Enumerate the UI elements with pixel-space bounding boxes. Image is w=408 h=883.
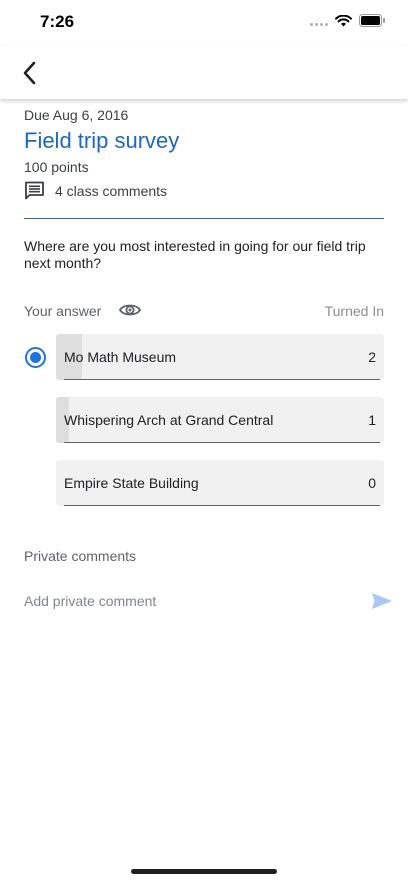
- back-button[interactable]: [14, 58, 44, 88]
- status-bar: 7:26: [0, 0, 408, 46]
- cellular-signal-icon: [310, 16, 328, 26]
- app-bar: [0, 46, 408, 99]
- points-value: 100 points: [24, 159, 89, 175]
- wifi-icon: [335, 14, 352, 26]
- class-comments-link[interactable]: 4 class comments: [24, 181, 167, 201]
- private-comment-input[interactable]: [24, 588, 354, 614]
- option-underline: [64, 442, 380, 443]
- option-underline: [64, 379, 380, 380]
- due-date: Due Aug 6, 2016: [24, 107, 129, 123]
- private-comments-label: Private comments: [24, 548, 137, 564]
- answer-header: Your answer Turned In: [24, 299, 384, 323]
- option-underline: [64, 505, 380, 506]
- send-icon[interactable]: [371, 590, 393, 612]
- class-comments-label: 4 class comments: [55, 183, 168, 199]
- home-indicator: [131, 869, 277, 874]
- chevron-left-icon: [23, 61, 36, 85]
- turned-in-status: Turned In: [324, 303, 384, 319]
- option-label: Empire State Building: [64, 475, 199, 491]
- battery-icon: [359, 14, 385, 27]
- option-count: 2: [368, 349, 376, 365]
- eye-icon[interactable]: [119, 301, 141, 319]
- section-divider: [24, 218, 384, 219]
- option-radio-selected[interactable]: [25, 347, 46, 368]
- question-text: Where are you most interested in going f…: [24, 238, 366, 271]
- answer-option[interactable]: Mo Math Museum 2: [56, 334, 384, 380]
- answer-option[interactable]: Whispering Arch at Grand Central 1: [56, 397, 384, 443]
- status-icons: [310, 14, 386, 27]
- answer-option[interactable]: Empire State Building 0: [56, 460, 384, 506]
- your-answer-label: Your answer: [24, 303, 102, 319]
- assignment-title: Field trip survey: [24, 128, 180, 153]
- option-count: 0: [368, 475, 376, 491]
- comment-icon: [25, 181, 44, 200]
- option-label: Mo Math Museum: [64, 349, 177, 365]
- option-label: Whispering Arch at Grand Central: [64, 412, 274, 428]
- radio-selected-dot: [30, 352, 41, 363]
- status-time: 7:26: [40, 12, 75, 31]
- option-count: 1: [368, 412, 376, 428]
